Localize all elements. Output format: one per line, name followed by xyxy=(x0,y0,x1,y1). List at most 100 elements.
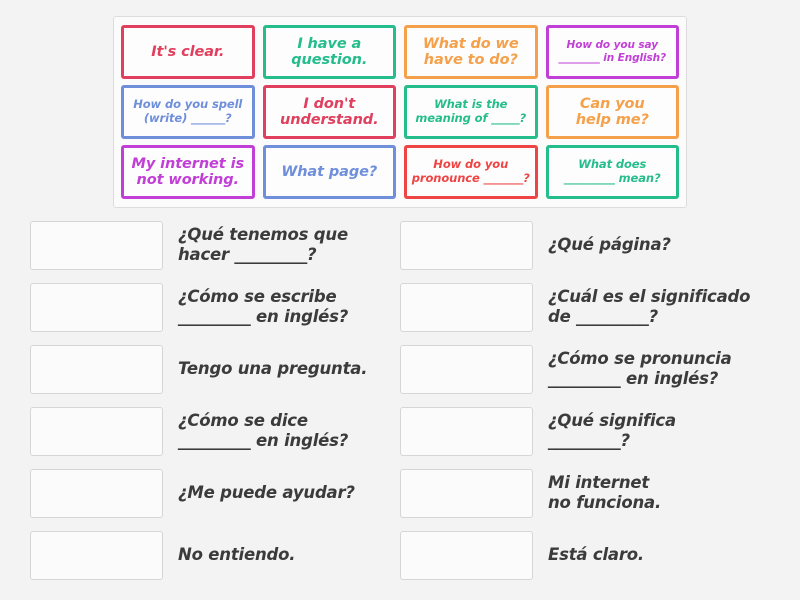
answer-line: no funciona. xyxy=(548,493,662,512)
answer-line: ¿Cuál es el significado xyxy=(548,286,751,306)
card-line: It's clear. xyxy=(151,43,225,60)
answer-column-right: ¿Qué página? ¿Cuál es el significado de __… xyxy=(400,216,770,588)
card-line: have to do? xyxy=(423,52,518,68)
card-label: How do you spell (write) ______? xyxy=(133,97,243,126)
dropzone-answer-como-dice[interactable] xyxy=(30,406,163,456)
draggable-card-tray[interactable]: It's clear. I have a question. What do we ha… xyxy=(113,16,687,208)
dropzone-answer-que-pagina[interactable] xyxy=(400,220,533,270)
card-can-you-help[interactable]: Can you help me? xyxy=(545,85,679,139)
answer-como-dice: ¿Cómo se dice _________ en inglés? xyxy=(178,411,348,451)
answer-row: ¿Cómo se pronuncia _________ en inglés? xyxy=(400,340,770,398)
dropzone-answer-no-entiendo[interactable] xyxy=(30,530,163,580)
answer-cual-significado: ¿Cuál es el significado de _________? xyxy=(548,287,750,327)
card-line: I don't xyxy=(303,95,356,112)
answer-line: ¿Cómo se dice xyxy=(178,410,308,430)
card-line: How do you say xyxy=(566,38,658,51)
card-label: How do you pronounce _______? xyxy=(411,157,530,186)
card-i-have-question[interactable]: I have a question. xyxy=(262,25,396,79)
answer-line: ¿Me puede ayudar? xyxy=(178,482,355,502)
card-internet-not-working[interactable]: My internet is not working. xyxy=(121,145,255,199)
answer-line: de _________? xyxy=(548,307,658,326)
answer-row: ¿Cuál es el significado de _________? xyxy=(400,278,770,336)
answer-line: _________ en inglés? xyxy=(548,369,719,388)
dropzone-answer-esta-claro[interactable] xyxy=(400,530,533,580)
dropzone-answer-como-pronuncia[interactable] xyxy=(400,344,533,394)
card-line: How do you spell xyxy=(133,97,243,112)
card-line: question. xyxy=(291,52,368,68)
dropzone-answer-tengo-pregunta[interactable] xyxy=(30,344,163,394)
card-label: It's clear. xyxy=(151,44,224,60)
card-label: Can you help me? xyxy=(576,96,649,128)
card-line: understand. xyxy=(280,112,379,128)
answer-que-tenemos: ¿Qué tenemos que hacer _________? xyxy=(178,225,348,265)
card-line: What is the xyxy=(434,97,508,112)
card-how-spell[interactable]: How do you spell (write) ______? xyxy=(121,85,255,139)
dropzone-answer-me-puede-ayudar[interactable] xyxy=(30,468,163,518)
card-line: ________ in English? xyxy=(558,52,667,64)
card-line: help me? xyxy=(575,112,649,128)
card-its-clear[interactable]: It's clear. xyxy=(121,25,255,79)
answer-line: No entiendo. xyxy=(178,544,296,564)
answer-me-puede-ayudar: ¿Me puede ayudar? xyxy=(178,483,355,503)
card-label: My internet is not working. xyxy=(131,155,245,188)
card-line: What does xyxy=(578,157,647,172)
card-label: What do we have to do? xyxy=(423,36,519,68)
card-line: How do you xyxy=(433,157,509,172)
dropzone-answer-como-escribe[interactable] xyxy=(30,282,163,332)
answer-que-significa: ¿Qué significa _________? xyxy=(548,411,676,451)
card-how-do-you-say[interactable]: How do you say ________ in English? xyxy=(545,25,679,79)
answer-row: ¿Me puede ayudar? xyxy=(30,464,400,522)
card-line: I have a xyxy=(297,35,362,52)
answer-line: _________ en inglés? xyxy=(178,431,349,450)
answer-row: No entiendo. xyxy=(30,526,400,584)
card-dont-understand[interactable]: I don't understand. xyxy=(262,85,396,139)
card-line: What do we xyxy=(422,35,519,52)
answer-line: _________ en inglés? xyxy=(178,307,349,326)
card-label: How do you say ________ in English? xyxy=(558,39,666,65)
card-label: I have a question. xyxy=(291,36,367,68)
card-line: _________ mean? xyxy=(563,171,661,185)
answer-column-left: ¿Qué tenemos que hacer _________? ¿Cómo se… xyxy=(30,216,400,588)
answer-que-pagina: ¿Qué página? xyxy=(548,235,671,255)
answer-line: Está claro. xyxy=(548,544,644,564)
answer-row: ¿Cómo se escribe _________ en inglés? xyxy=(30,278,400,336)
answer-mi-internet: Mi internet no funciona. xyxy=(548,473,661,513)
card-line: not working. xyxy=(136,172,240,188)
card-line: My internet is xyxy=(131,155,245,172)
card-label: What does _________ mean? xyxy=(563,157,661,186)
answer-tengo-pregunta: Tengo una pregunta. xyxy=(178,359,367,379)
answer-line: ¿Qué página? xyxy=(548,234,671,254)
answer-line: ¿Qué significa xyxy=(548,410,676,430)
dropzone-answer-cual-significado[interactable] xyxy=(400,282,533,332)
card-what-page[interactable]: What page? xyxy=(262,145,396,199)
answer-como-escribe: ¿Cómo se escribe _________ en inglés? xyxy=(178,287,348,327)
answer-row: Mi internet no funciona. xyxy=(400,464,770,522)
answer-line: Tengo una pregunta. xyxy=(178,358,368,378)
answer-row: ¿Qué significa _________? xyxy=(400,402,770,460)
card-line: Can you xyxy=(579,95,645,112)
card-label: What page? xyxy=(281,164,377,180)
card-line: What page? xyxy=(281,163,378,180)
answer-line: Mi internet xyxy=(548,472,650,492)
answer-row: Tengo una pregunta. xyxy=(30,340,400,398)
answer-no-entiendo: No entiendo. xyxy=(178,544,296,565)
answer-row: ¿Cómo se dice _________ en inglés? xyxy=(30,402,400,460)
card-what-do-we-do[interactable]: What do we have to do? xyxy=(404,25,538,79)
answer-line: ¿Cómo se pronuncia xyxy=(548,348,732,368)
card-label: What is the meaning of _____? xyxy=(415,97,526,126)
card-how-pronounce[interactable]: How do you pronounce _______? xyxy=(404,145,538,199)
answer-line: hacer _________? xyxy=(178,245,317,264)
answer-list: ¿Qué tenemos que hacer _________? ¿Cómo se… xyxy=(0,216,800,588)
card-meaning-of[interactable]: What is the meaning of _____? xyxy=(404,85,538,139)
answer-row: Está claro. xyxy=(400,526,770,584)
dropzone-answer-que-significa[interactable] xyxy=(400,406,533,456)
answer-como-pronuncia: ¿Cómo se pronuncia _________ en inglés? xyxy=(548,349,732,389)
dropzone-answer-mi-internet[interactable] xyxy=(400,468,533,518)
card-line: (write) ______? xyxy=(143,111,232,125)
dropzone-answer-que-tenemos[interactable] xyxy=(30,220,163,270)
card-what-does-mean[interactable]: What does _________ mean? xyxy=(545,145,679,199)
answer-line: ¿Cómo se escribe xyxy=(178,286,337,306)
card-line: pronounce _______? xyxy=(411,171,530,185)
answer-row: ¿Qué página? xyxy=(400,216,770,274)
answer-line: _________? xyxy=(548,431,630,450)
